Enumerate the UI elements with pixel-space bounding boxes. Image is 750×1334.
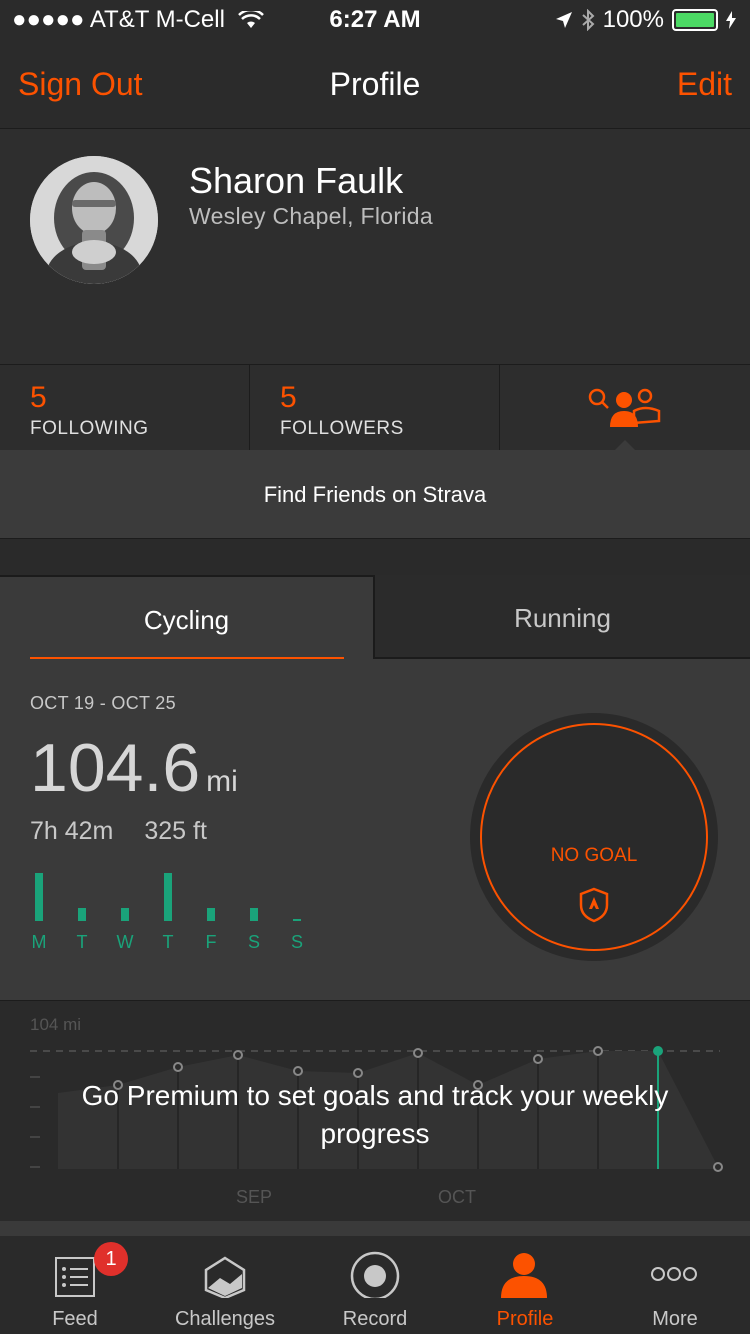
followers-stat[interactable]: 5 FOLLOWERS bbox=[250, 365, 500, 451]
charging-icon bbox=[726, 11, 736, 29]
tab-record-label: Record bbox=[342, 1308, 408, 1330]
tab-challenges[interactable]: Challenges bbox=[150, 1236, 300, 1334]
day-activity-bar bbox=[164, 873, 172, 921]
find-friends-label: Find Friends on Strava bbox=[263, 482, 487, 507]
record-icon bbox=[350, 1251, 400, 1298]
profile-location: Wesley Chapel, Florida bbox=[189, 203, 433, 229]
followers-label: FOLLOWERS bbox=[280, 418, 404, 439]
tab-feed[interactable]: 1 Feed bbox=[0, 1236, 150, 1334]
day-label: S bbox=[247, 932, 260, 952]
tab-challenges-label: Challenges bbox=[174, 1308, 276, 1330]
tab-record[interactable]: Record bbox=[300, 1236, 450, 1334]
day-label: W bbox=[116, 932, 134, 952]
month-label-oct: OCT bbox=[438, 1187, 476, 1207]
tab-running-label: Running bbox=[514, 603, 611, 633]
following-label: FOLLOWING bbox=[30, 418, 149, 439]
battery-percent: 100% bbox=[602, 6, 664, 33]
find-friends-icon bbox=[588, 388, 661, 427]
day-label: S bbox=[290, 932, 303, 952]
day-activity-bar bbox=[250, 908, 258, 921]
followers-count: 5 bbox=[280, 381, 297, 414]
edit-button[interactable]: Edit bbox=[677, 66, 732, 103]
premium-message: Go Premium to set goals and track your w… bbox=[81, 1080, 669, 1149]
day-activity-bar bbox=[35, 873, 43, 921]
tab-cycling-label: Cycling bbox=[143, 605, 230, 635]
section-divider bbox=[0, 1221, 750, 1236]
date-range: OCT 19 - OCT 25 bbox=[30, 693, 176, 713]
sport-tabs: Cycling Running bbox=[0, 575, 750, 659]
avatar[interactable] bbox=[30, 156, 158, 284]
feed-notification-badge: 1 bbox=[94, 1242, 128, 1276]
tab-more-label: More bbox=[652, 1308, 698, 1330]
chart-axis-label: 104 mi bbox=[30, 1015, 82, 1034]
battery-icon bbox=[672, 9, 718, 31]
elevation-gain: 325 ft bbox=[144, 817, 207, 845]
day-activity-bar bbox=[78, 908, 86, 921]
weekly-distance: 104.6 mi bbox=[30, 729, 238, 807]
premium-progress-chart[interactable]: 104 mi Go Premium to set goals and track… bbox=[0, 1000, 750, 1222]
distance-unit: mi bbox=[206, 765, 238, 798]
goal-ring[interactable]: NO GOAL bbox=[470, 713, 718, 961]
location-arrow-icon bbox=[555, 12, 572, 28]
following-count: 5 bbox=[30, 381, 47, 414]
time-elevation: 7h 42m 325 ft bbox=[30, 817, 207, 846]
page-title: Profile bbox=[329, 66, 421, 102]
follow-row: 5 FOLLOWING 5 FOLLOWERS bbox=[0, 364, 750, 452]
distance-value: 104.6 bbox=[30, 730, 201, 806]
tab-cycling[interactable]: Cycling bbox=[0, 575, 375, 659]
weekly-summary: OCT 19 - OCT 25 104.6 mi 7h 42m 325 ft M T… bbox=[0, 659, 750, 1000]
shield-icon bbox=[579, 887, 609, 923]
goal-ring-inner: NO GOAL bbox=[480, 723, 708, 951]
status-bar: ●●●●● AT&T M-Cell 6:27 AM 100% bbox=[0, 0, 750, 40]
find-friends-button[interactable]: Find Friends on Strava bbox=[0, 450, 750, 539]
profile-icon bbox=[501, 1253, 547, 1298]
profile-header: Sharon Faulk Wesley Chapel, Florida bbox=[0, 129, 750, 364]
bluetooth-icon bbox=[581, 9, 595, 31]
day-label: F bbox=[205, 932, 217, 952]
day-label: M bbox=[31, 932, 47, 952]
status-right: 100% bbox=[555, 6, 736, 34]
tab-feed-label: Feed bbox=[52, 1308, 98, 1330]
goal-status: NO GOAL bbox=[550, 845, 638, 866]
day-label: T bbox=[162, 932, 174, 952]
more-icon bbox=[651, 1267, 697, 1281]
following-stat[interactable]: 5 FOLLOWING bbox=[0, 365, 250, 451]
tab-running[interactable]: Running bbox=[375, 575, 750, 659]
day-activity-bar bbox=[293, 919, 301, 921]
month-label-sep: SEP bbox=[236, 1187, 273, 1207]
day-activity-bar bbox=[207, 908, 215, 921]
tab-more[interactable]: More bbox=[600, 1236, 750, 1334]
bottom-tab-bar: 1 Feed Challenges Record Profile More bbox=[0, 1236, 750, 1334]
challenges-icon bbox=[204, 1256, 246, 1298]
day-label: T bbox=[76, 932, 88, 952]
nav-bar: Sign Out Profile Edit bbox=[0, 40, 750, 129]
find-friends-toggle[interactable] bbox=[500, 365, 750, 451]
tab-profile[interactable]: Profile bbox=[450, 1236, 600, 1334]
moving-time: 7h 42m bbox=[30, 817, 114, 845]
tab-profile-label: Profile bbox=[496, 1308, 554, 1330]
profile-name: Sharon Faulk bbox=[189, 160, 404, 201]
day-activity-bar bbox=[121, 908, 129, 921]
